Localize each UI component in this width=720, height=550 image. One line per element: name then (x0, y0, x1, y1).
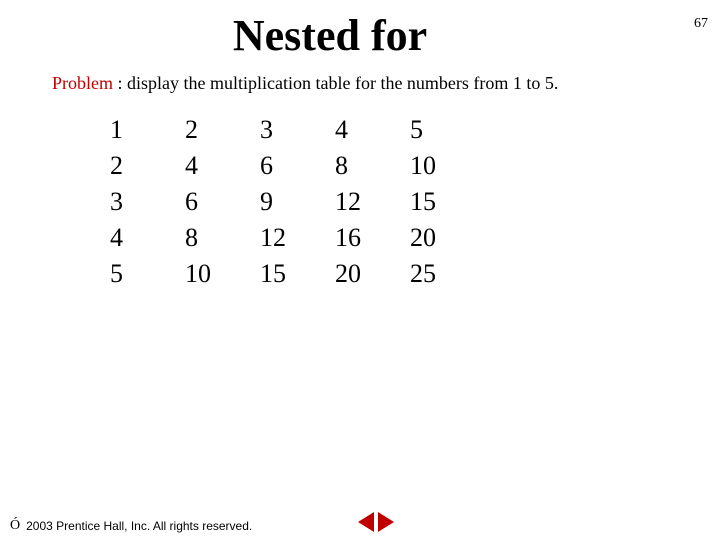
table-cell: 20 (335, 256, 410, 292)
problem-label: Problem (52, 73, 113, 93)
table-row: 4 8 12 16 20 (110, 220, 485, 256)
table-row: 3 6 9 12 15 (110, 184, 485, 220)
table-cell: 2 (110, 148, 185, 184)
table-cell: 15 (410, 184, 485, 220)
footer: Ó 2003 Prentice Hall, Inc. All rights re… (10, 518, 252, 534)
table-cell: 8 (335, 148, 410, 184)
table-cell: 12 (260, 220, 335, 256)
copyright-icon: Ó (10, 518, 20, 534)
next-icon[interactable] (378, 512, 394, 532)
table-cell: 16 (335, 220, 410, 256)
table-cell: 5 (110, 256, 185, 292)
table-cell: 4 (110, 220, 185, 256)
slide-title: Nested for (0, 10, 720, 61)
table-cell: 2 (185, 112, 260, 148)
table-cell: 5 (410, 112, 485, 148)
table-row: 1 2 3 4 5 (110, 112, 485, 148)
table-cell: 6 (260, 148, 335, 184)
page-number: 67 (694, 16, 708, 32)
copyright-text: 2003 Prentice Hall, Inc. All rights rese… (26, 519, 252, 533)
table-cell: 8 (185, 220, 260, 256)
table-cell: 3 (260, 112, 335, 148)
problem-statement: Problem : display the multiplication tab… (52, 73, 720, 94)
previous-icon[interactable] (358, 512, 374, 532)
table-cell: 4 (185, 148, 260, 184)
table-cell: 10 (185, 256, 260, 292)
table-cell: 3 (110, 184, 185, 220)
table-cell: 25 (410, 256, 485, 292)
table-cell: 20 (410, 220, 485, 256)
table-cell: 6 (185, 184, 260, 220)
multiplication-table: 1 2 3 4 5 2 4 6 8 10 3 6 9 12 15 4 8 12 … (110, 112, 485, 292)
table-cell: 4 (335, 112, 410, 148)
table-row: 5 10 15 20 25 (110, 256, 485, 292)
problem-text: : display the multiplication table for t… (113, 73, 558, 93)
table-cell: 9 (260, 184, 335, 220)
table-cell: 1 (110, 112, 185, 148)
table-cell: 10 (410, 148, 485, 184)
table-row: 2 4 6 8 10 (110, 148, 485, 184)
table-cell: 12 (335, 184, 410, 220)
nav-controls (358, 512, 394, 532)
table-cell: 15 (260, 256, 335, 292)
